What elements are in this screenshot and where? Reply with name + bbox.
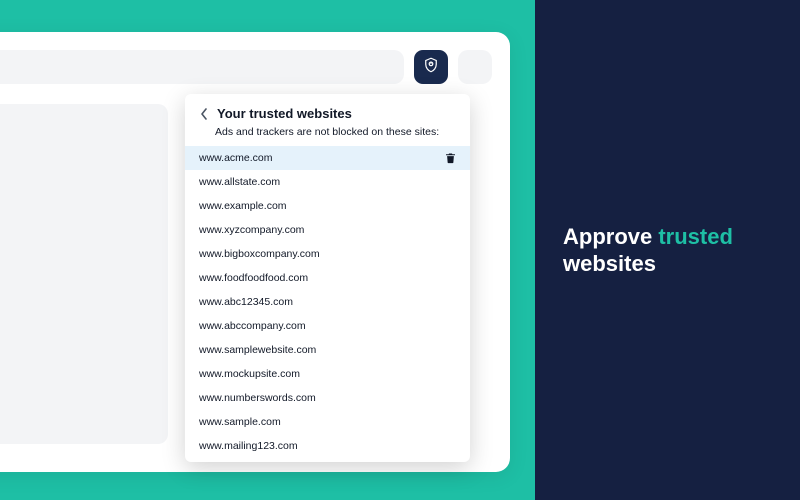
site-domain: www.samplewebsite.com <box>199 344 316 356</box>
promo-line1-prefix: Approve <box>563 224 658 249</box>
site-row[interactable]: www.abc12345.com <box>185 290 470 314</box>
site-domain: www.abccompany.com <box>199 320 306 332</box>
site-row[interactable]: www.numberswords.com <box>185 386 470 410</box>
promo-text: Approve trusted websites <box>563 223 733 278</box>
left-panel: Your trusted websites Ads and trackers a… <box>0 0 535 500</box>
site-row[interactable]: www.sample.com <box>185 410 470 434</box>
site-domain: www.example.com <box>199 200 287 212</box>
root: Your trusted websites Ads and trackers a… <box>0 0 800 500</box>
site-domain: www.xyzcompany.com <box>199 224 304 236</box>
browser-toolbar <box>0 50 492 84</box>
site-row[interactable]: www.allstate.com <box>185 170 470 194</box>
site-row[interactable]: www.abccompany.com <box>185 314 470 338</box>
trash-icon[interactable] <box>445 152 456 164</box>
site-row[interactable]: www.acme.com <box>185 146 470 170</box>
page-content-placeholder <box>0 104 168 444</box>
site-domain: www.mockupsite.com <box>199 368 300 380</box>
shield-icon <box>422 56 440 79</box>
site-row[interactable]: www.bigboxcompany.com <box>185 242 470 266</box>
site-domain: www.allstate.com <box>199 176 280 188</box>
promo-line2: websites <box>563 251 656 276</box>
site-domain: www.mailing123.com <box>199 440 298 452</box>
site-domain: www.numberswords.com <box>199 392 316 404</box>
site-list: www.acme.com www.allstate.com www.example.… <box>185 146 470 458</box>
promo-line1-accent: trusted <box>658 224 733 249</box>
popup-title: Your trusted websites <box>217 106 352 122</box>
popup-subtitle: Ads and trackers are not blocked on thes… <box>185 126 470 147</box>
site-row[interactable]: www.mockupsite.com <box>185 362 470 386</box>
site-row[interactable]: www.xyzcompany.com <box>185 218 470 242</box>
extension-button[interactable] <box>414 50 448 84</box>
chevron-left-icon[interactable] <box>199 108 209 120</box>
site-row[interactable]: www.example.com <box>185 194 470 218</box>
site-domain: www.abc12345.com <box>199 296 293 308</box>
site-domain: www.foodfoodfood.com <box>199 272 308 284</box>
site-row[interactable]: www.mailing123.com <box>185 434 470 458</box>
site-row[interactable]: www.foodfoodfood.com <box>185 266 470 290</box>
site-domain: www.bigboxcompany.com <box>199 248 320 260</box>
address-bar[interactable] <box>0 50 404 84</box>
trusted-sites-popup: Your trusted websites Ads and trackers a… <box>185 94 470 462</box>
site-domain: www.acme.com <box>199 152 273 164</box>
right-panel: Approve trusted websites <box>535 0 800 500</box>
site-domain: www.sample.com <box>199 416 281 428</box>
site-row[interactable]: www.samplewebsite.com <box>185 338 470 362</box>
menu-button[interactable] <box>458 50 492 84</box>
popup-header: Your trusted websites <box>185 94 470 130</box>
